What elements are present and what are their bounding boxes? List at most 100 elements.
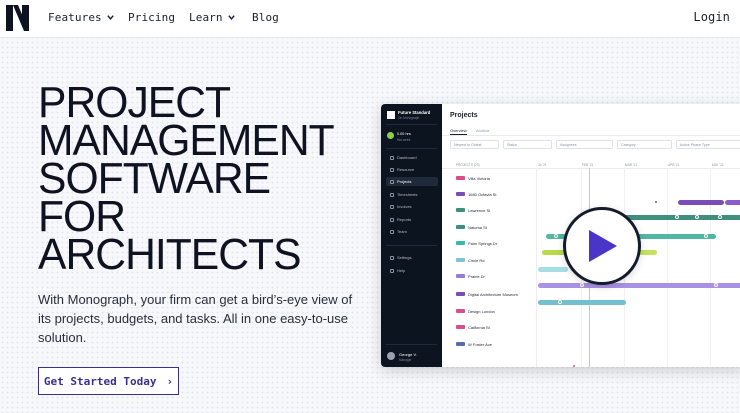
login-link[interactable]: Login [693, 10, 730, 24]
workspace-name: Future Standard [398, 110, 431, 115]
milestone-marker[interactable] [695, 215, 699, 219]
sidebar-item-reports[interactable]: Reports [386, 215, 438, 224]
sidebar-divider [386, 245, 437, 246]
status-filter[interactable]: Status [503, 140, 552, 149]
app-screenshot: Future Standard On Monograph 0.00 hrs th… [381, 104, 740, 367]
gantt-bar[interactable] [678, 200, 724, 205]
nav-learn[interactable]: Learn [189, 11, 236, 24]
avatar[interactable] [387, 352, 395, 360]
project-row[interactable]: Digital Architecture Museum [456, 290, 518, 298]
sidebar-item-projects[interactable]: Projects [386, 177, 438, 186]
nav-blog[interactable]: Blog [252, 11, 279, 24]
user-name: George V. [399, 352, 417, 357]
gantt-bar[interactable] [538, 267, 568, 272]
timeline-divider [536, 168, 537, 367]
hero-title-line: ARCHITECTS [38, 231, 302, 279]
project-tag [456, 176, 465, 180]
invoices-icon [390, 204, 394, 209]
get-started-button[interactable]: Get Started Today › [38, 367, 179, 395]
month-label: APR '21 [668, 163, 680, 167]
sidebar-item-timesheets[interactable]: Timesheets [386, 190, 438, 199]
month-label: MAY '21 [712, 163, 724, 167]
hero-description: With Monograph, your firm can get a bird… [38, 292, 353, 345]
project-tag [456, 208, 465, 212]
usage-primary: 0.00 hrs [397, 132, 411, 136]
project-tag [456, 292, 465, 296]
project-name: Digital Architecture Museum [468, 291, 518, 297]
chevron-down-icon [227, 15, 235, 20]
sidebar-item-settings[interactable]: Settings [386, 253, 438, 262]
usage-secondary: this week [397, 138, 411, 142]
milestone-marker[interactable] [554, 234, 558, 238]
project-tag [456, 225, 465, 229]
tab-archive[interactable]: Archive [476, 128, 489, 133]
milestone-marker[interactable] [654, 200, 658, 204]
app-sidebar: Future Standard On Monograph 0.00 hrs th… [381, 104, 442, 367]
project-tag [456, 309, 465, 313]
milestone-marker[interactable] [704, 234, 708, 238]
project-name: Circle Rd [468, 257, 485, 263]
nav-features[interactable]: Features [48, 11, 115, 24]
month-label: MAR '21 [625, 163, 638, 167]
project-name: 1680 Octavia St [468, 191, 497, 197]
chevron-down-icon [107, 15, 114, 20]
sidebar-item-team[interactable]: Team [386, 227, 438, 236]
sidebar-divider [386, 124, 437, 125]
nav-pricing[interactable]: Pricing [128, 11, 175, 24]
sidebar-item-dashboard[interactable]: Dashboard [386, 153, 438, 162]
reports-icon [390, 217, 394, 222]
project-row[interactable]: Prairie Dr [456, 272, 485, 280]
sidebar-item-invoices[interactable]: Invoices [386, 202, 438, 211]
sidebar-item-resource[interactable]: Resource [386, 165, 438, 174]
tabs-divider [442, 135, 740, 136]
workspace-logo-icon [387, 111, 395, 119]
play-icon [589, 230, 617, 262]
milestone-marker[interactable] [718, 215, 722, 219]
timesheets-icon [390, 192, 394, 197]
category-filter[interactable]: Category [617, 140, 672, 149]
phase-type-filter[interactable]: Active Phase Type [676, 140, 740, 149]
project-name: Palm Springs Dr [468, 240, 498, 246]
dashboard-icon [390, 155, 394, 160]
project-row[interactable]: W Foster Ave [456, 340, 492, 348]
chevron-right-icon: › [166, 374, 174, 388]
milestone-marker[interactable] [675, 215, 679, 219]
gantt-bar[interactable] [538, 300, 626, 305]
month-label: FEB '21 [582, 163, 594, 167]
workspace-subtitle: On Monograph [398, 116, 420, 120]
project-tag [456, 274, 465, 278]
play-video-button[interactable] [563, 207, 641, 285]
sort-select[interactable]: Newest to Oldest [450, 140, 499, 149]
project-name: Lawrence St [468, 207, 491, 213]
milestone-marker[interactable] [558, 300, 562, 304]
project-row[interactable]: Design London [456, 307, 495, 315]
usage-indicator-icon [387, 132, 394, 139]
assignees-filter[interactable]: Assignees [556, 140, 613, 149]
page-title: Projects [450, 112, 478, 119]
project-name: Villa Victoria [468, 175, 490, 181]
project-row[interactable]: California St [456, 323, 490, 331]
milestone-marker[interactable] [714, 283, 718, 287]
hero-title: PROJECT MANAGEMENT SOFTWARE FOR ARCHITEC… [38, 81, 361, 279]
milestone-marker[interactable] [572, 364, 576, 367]
milestone-marker[interactable] [580, 283, 584, 287]
monograph-logo-icon[interactable] [6, 5, 29, 31]
project-row[interactable]: Natoma St [456, 223, 487, 231]
project-name: Design London [468, 308, 495, 314]
user-role: Manager [399, 358, 412, 362]
project-row[interactable]: Lawrence St [456, 206, 490, 214]
sidebar-item-help[interactable]: Help [386, 266, 438, 275]
project-name: Prairie Dr [468, 273, 485, 279]
gear-icon [390, 255, 394, 260]
tab-overview[interactable]: Overview [450, 128, 467, 133]
project-name: California St [468, 324, 490, 330]
project-name: Natoma St [468, 224, 487, 230]
gantt-bar[interactable] [538, 283, 740, 288]
project-row[interactable]: 1680 Octavia St [456, 190, 496, 198]
project-row[interactable]: Circle Rd [456, 256, 484, 264]
project-tag [456, 342, 465, 346]
help-icon [390, 268, 394, 273]
project-row[interactable]: Palm Springs Dr [456, 239, 497, 247]
gantt-bar[interactable] [725, 200, 740, 205]
project-row[interactable]: Villa Victoria [456, 174, 490, 182]
